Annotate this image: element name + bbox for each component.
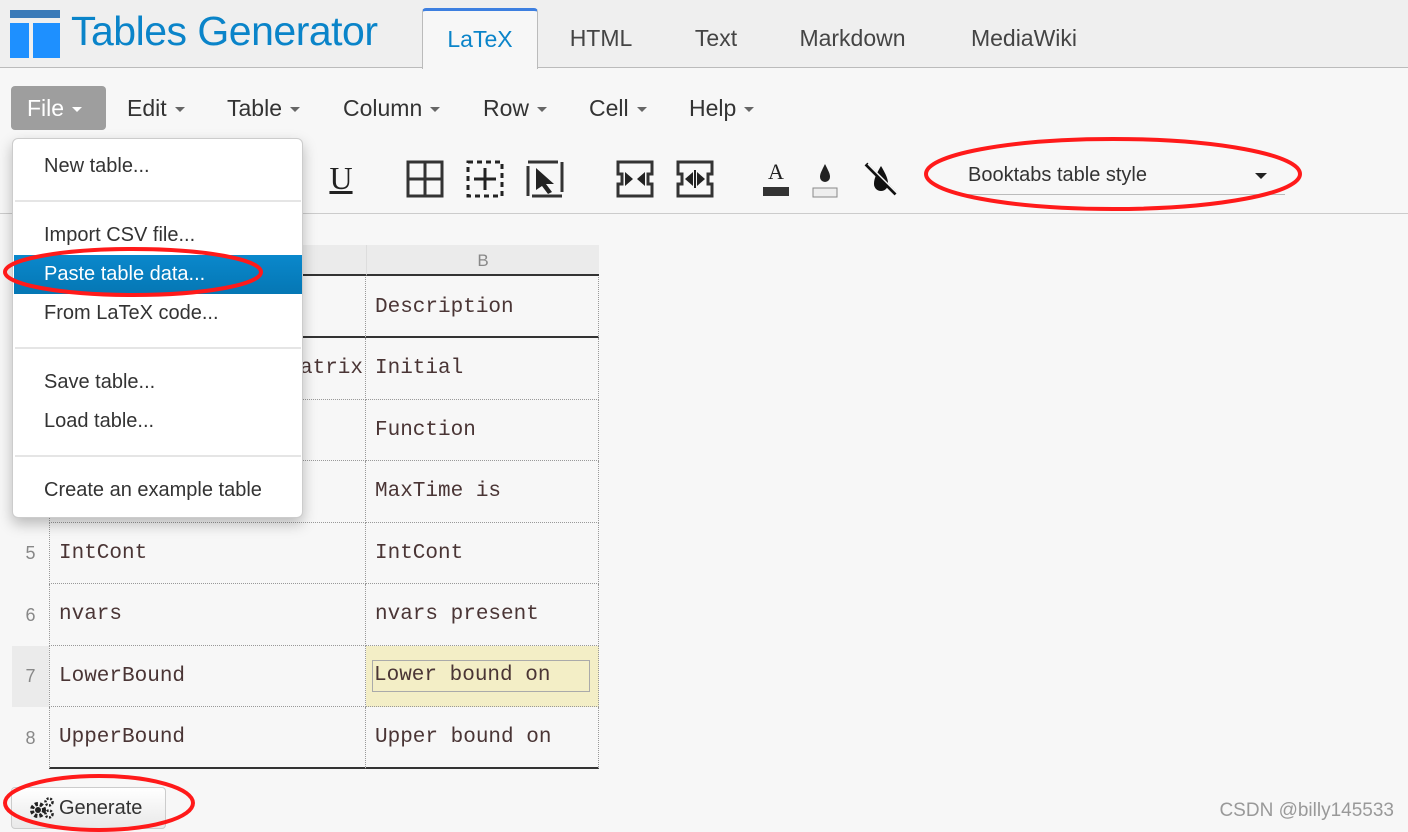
menu-label: Cell bbox=[589, 95, 629, 121]
menu-separator bbox=[15, 200, 301, 202]
split-cells-icon[interactable] bbox=[676, 160, 714, 198]
tab-latex[interactable]: LaTeX bbox=[422, 8, 538, 69]
row-number[interactable]: 5 bbox=[12, 523, 49, 584]
menu-item-load-table[interactable]: Load table... bbox=[14, 402, 302, 441]
cell-text: Upper bound on bbox=[375, 726, 552, 749]
caret-down-icon bbox=[537, 107, 548, 113]
menu-label: Edit bbox=[127, 95, 167, 121]
watermark: CSDN @billy145533 bbox=[1219, 800, 1394, 821]
menu-item-save-table[interactable]: Save table... bbox=[14, 363, 302, 402]
cell-b[interactable]: Upper bound on bbox=[366, 707, 599, 769]
menu-item-from-latex[interactable]: From LaTeX code... bbox=[14, 294, 302, 333]
generate-button[interactable]: Generate bbox=[11, 787, 166, 829]
cell-b[interactable]: nvars present bbox=[366, 584, 599, 646]
tab-text[interactable]: Text bbox=[670, 8, 762, 68]
caret-down-icon bbox=[289, 107, 300, 113]
caret-down-icon bbox=[744, 107, 755, 113]
cell-a[interactable]: LowerBound bbox=[49, 646, 366, 707]
menu-file[interactable]: File bbox=[11, 86, 106, 130]
caret-down-icon bbox=[174, 107, 185, 113]
menu-help[interactable]: Help bbox=[673, 86, 770, 130]
caret-down-icon bbox=[636, 107, 647, 113]
caret-down-icon bbox=[72, 107, 83, 113]
menu-edit[interactable]: Edit bbox=[111, 86, 201, 130]
file-dropdown-menu: New table... Import CSV file... Paste ta… bbox=[12, 138, 303, 518]
cell-text: MaxTime is bbox=[375, 480, 502, 503]
menu-item-paste-table-data[interactable]: Paste table data... bbox=[14, 255, 302, 294]
row-number[interactable]: 6 bbox=[12, 584, 49, 646]
bg-color-icon[interactable] bbox=[806, 160, 844, 198]
logo-icon bbox=[10, 10, 60, 58]
color-swatch bbox=[763, 187, 789, 196]
menu-item-create-example[interactable]: Create an example table bbox=[14, 471, 302, 510]
tab-markdown[interactable]: Markdown bbox=[780, 8, 925, 68]
cell-a[interactable]: nvars bbox=[49, 584, 366, 646]
header: Tables Generator LaTeX HTML Text Markdow… bbox=[0, 0, 1408, 69]
cell-text: Function bbox=[375, 419, 476, 442]
menu-label: Column bbox=[343, 95, 423, 121]
clear-color-icon[interactable] bbox=[862, 160, 900, 198]
menu-table[interactable]: Table bbox=[211, 86, 316, 130]
cell-b[interactable]: IntCont bbox=[366, 523, 599, 584]
underline-icon[interactable]: U bbox=[322, 160, 360, 198]
cell-b[interactable]: Lower bound on bbox=[366, 646, 599, 707]
menu-separator bbox=[15, 347, 301, 349]
cell-b[interactable]: Initial bbox=[366, 338, 599, 400]
merge-cells-icon[interactable] bbox=[616, 160, 654, 198]
menu-label: Row bbox=[483, 95, 530, 121]
tab-mediawiki[interactable]: MediaWiki bbox=[950, 8, 1098, 68]
row-number[interactable]: 7 bbox=[12, 646, 49, 707]
menu-item-import-csv[interactable]: Import CSV file... bbox=[14, 216, 302, 255]
table-row: 5 IntCont IntCont bbox=[12, 523, 599, 584]
caret-down-icon bbox=[430, 107, 441, 113]
cell-a[interactable]: UpperBound bbox=[49, 707, 366, 769]
text-color-glyph: A bbox=[768, 159, 784, 184]
gears-icon bbox=[30, 797, 54, 819]
cell-a[interactable]: IntCont bbox=[49, 523, 366, 584]
caret-down-icon bbox=[1255, 173, 1267, 179]
row-number[interactable]: 8 bbox=[12, 707, 49, 769]
all-borders-icon[interactable] bbox=[406, 160, 444, 198]
text-color-icon[interactable]: A bbox=[757, 160, 795, 198]
table-row: 6 nvars nvars present bbox=[12, 584, 599, 646]
tab-html[interactable]: HTML bbox=[548, 8, 654, 68]
menu-item-new-table[interactable]: New table... bbox=[14, 147, 302, 186]
app-title: Tables Generator bbox=[71, 8, 378, 54]
generate-label: Generate bbox=[59, 797, 143, 819]
cell-text: nvars present bbox=[375, 603, 539, 626]
menu-separator bbox=[15, 455, 301, 457]
cell-b[interactable]: MaxTime is bbox=[366, 461, 599, 523]
select-borders-icon[interactable] bbox=[526, 160, 564, 198]
cell-text: IntCont bbox=[375, 542, 464, 565]
menu-label: Help bbox=[689, 95, 737, 121]
column-header-b[interactable]: B bbox=[366, 245, 599, 276]
menu-label: File bbox=[27, 95, 65, 121]
menu-label: Table bbox=[227, 95, 282, 121]
select-value: Booktabs table style bbox=[968, 164, 1147, 186]
table-style-select[interactable]: Booktabs table style bbox=[958, 155, 1285, 195]
cell-text: Description bbox=[375, 296, 514, 319]
menu-column[interactable]: Column bbox=[327, 86, 456, 130]
inner-borders-icon[interactable] bbox=[466, 160, 504, 198]
cell-editor-input[interactable]: Lower bound on bbox=[372, 660, 590, 692]
menu-cell[interactable]: Cell bbox=[573, 86, 663, 130]
cell-b[interactable]: Description bbox=[366, 277, 599, 338]
cell-text: Initial bbox=[375, 357, 464, 380]
table-row: 8 UpperBound Upper bound on bbox=[12, 707, 599, 769]
menu-row[interactable]: Row bbox=[467, 86, 563, 130]
cell-b[interactable]: Function bbox=[366, 400, 599, 461]
table-row: 7 LowerBound Lower bound on bbox=[12, 646, 599, 707]
